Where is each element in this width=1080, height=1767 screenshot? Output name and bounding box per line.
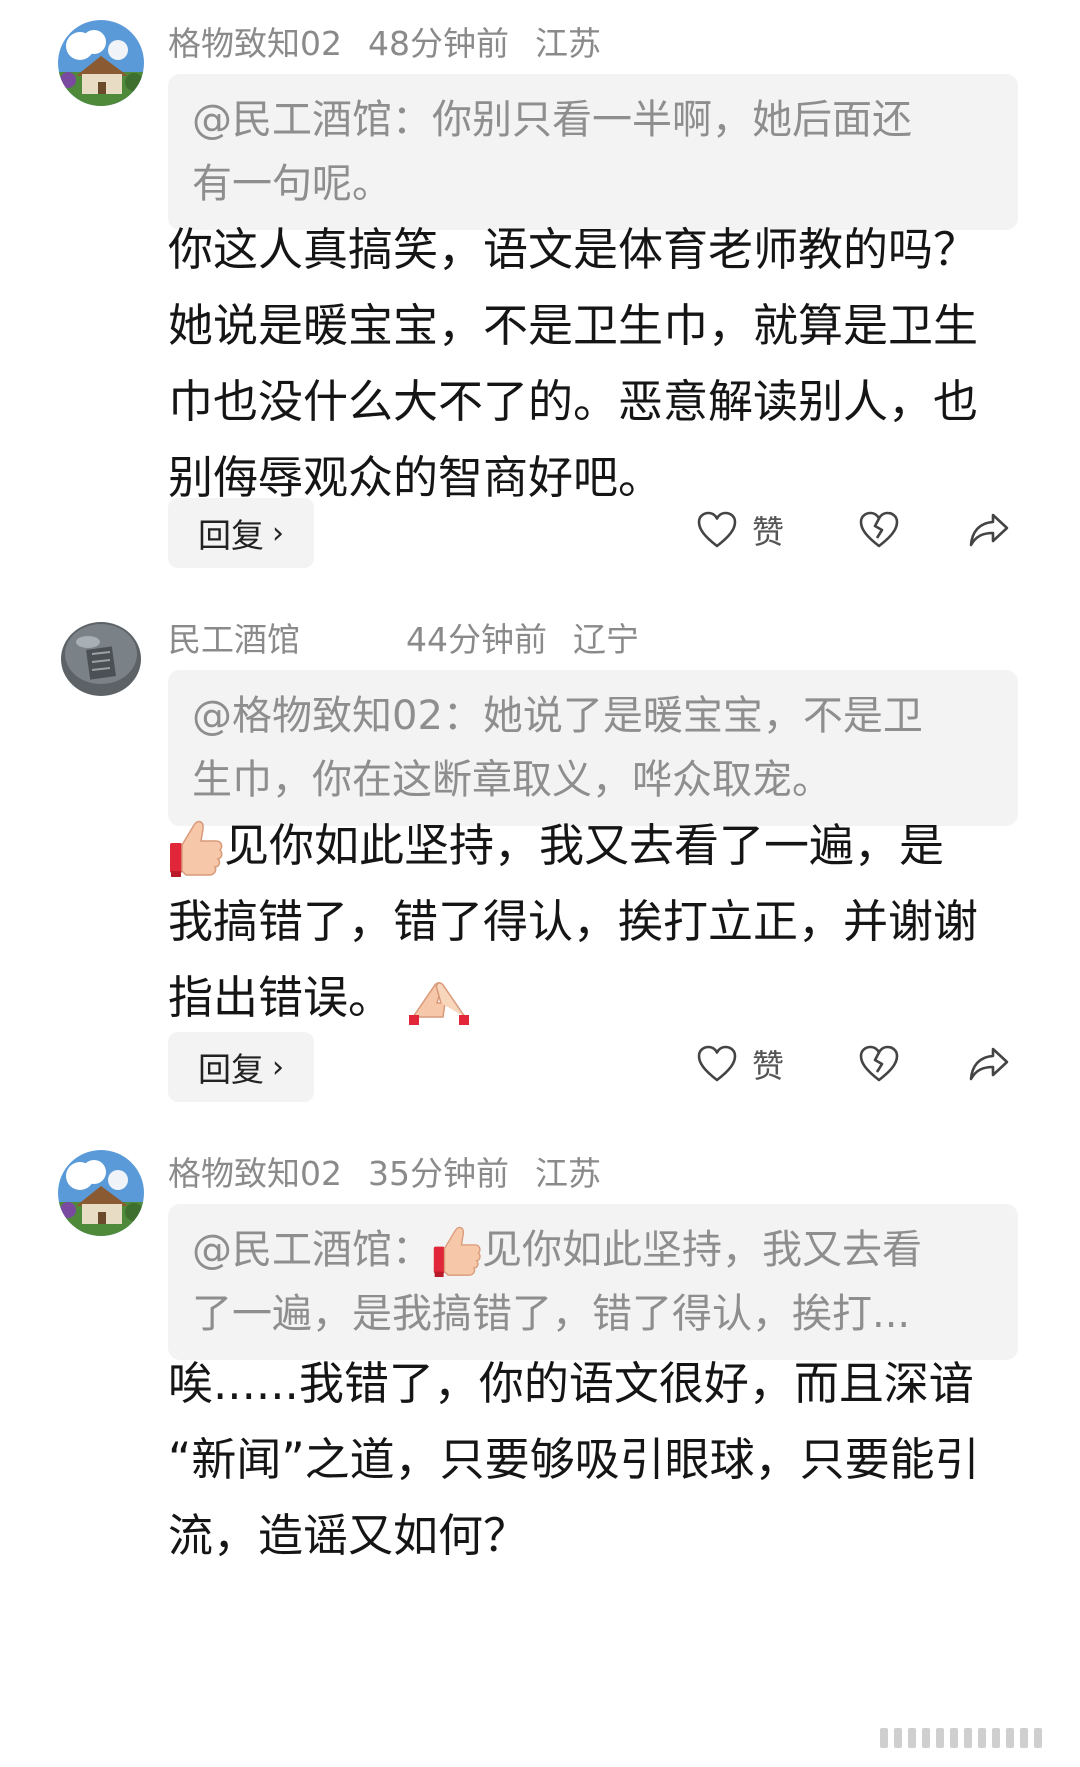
quote-mention: @民工酒馆：	[192, 1227, 432, 1273]
quote-line: 了一遍，是我搞错了，错了得认，挨打...	[192, 1291, 911, 1337]
heart-outline-icon	[697, 1045, 737, 1082]
body-line: 她说是暖宝宝，不是卫生巾，就算是卫生	[168, 299, 979, 352]
location: 江苏	[535, 1154, 601, 1193]
comment-meta: 格物致知02 48分钟前 江苏	[168, 16, 601, 66]
timestamp: 48分钟前	[368, 24, 509, 63]
watermark-bars	[880, 1728, 1050, 1748]
quoted-comment[interactable]: @民工酒馆：你别只看一半啊，她后面还 有一句呢。	[168, 74, 1018, 230]
chevron-right-icon: ›	[272, 515, 284, 551]
avatar-cottage-image	[58, 1150, 144, 1236]
comment-meta: 格物致知02 35分钟前 江苏	[168, 1146, 601, 1196]
avatar[interactable]	[58, 20, 144, 106]
body-line: 流，造谣又如何？	[168, 1509, 529, 1562]
body-line: “新闻”之道，只要够吸引眼球，只要能引	[168, 1433, 980, 1486]
body-line: 你这人真搞笑，语文是体育老师教的吗？	[168, 223, 979, 276]
username[interactable]: 格物致知02	[168, 17, 342, 65]
quote-line: 生巾，你在这断章取义，哗众取宠。	[192, 757, 832, 803]
chevron-right-icon: ›	[272, 1049, 284, 1085]
reply-label: 回复	[198, 1050, 264, 1089]
body-line: 见你如此坚持，我又去看了一遍，是	[168, 808, 1028, 884]
share-arrow-icon	[969, 1047, 1009, 1081]
share-button[interactable]	[968, 500, 1010, 560]
body-line: 唉......我错了，你的语文很好，而且深谙	[168, 1357, 974, 1410]
location: 辽宁	[573, 620, 639, 659]
like-button[interactable]: 赞	[696, 500, 784, 560]
broken-heart-icon	[859, 511, 899, 548]
quote-line: @民工酒馆： 见你如此坚持，我又去看	[192, 1218, 994, 1282]
quote-text: 见你如此坚持，我又去看	[482, 1227, 922, 1273]
body-line: 巾也没什么大不了的。恶意解读别人，也	[168, 375, 979, 428]
quoted-comment[interactable]: @民工酒馆： 见你如此坚持，我又去看 了一遍，是我搞错了，错了得认，挨打...	[168, 1204, 1018, 1360]
comment-meta: 民工酒馆 44分钟前 辽宁	[168, 612, 639, 662]
quote-line: @格物致知02：她说了是暖宝宝，不是卫	[192, 693, 923, 739]
heart-outline-icon	[697, 511, 737, 548]
dislike-button[interactable]	[858, 500, 900, 560]
location: 江苏	[535, 24, 601, 63]
share-button[interactable]	[968, 1034, 1010, 1094]
share-arrow-icon	[969, 513, 1009, 547]
like-label: 赞	[752, 1047, 785, 1085]
comment-body: 见你如此坚持，我又去看了一遍，是 我搞错了，错了得认，挨打立正，并谢谢 指出错误…	[168, 808, 1028, 1036]
thumbs-up-emoji	[433, 1226, 481, 1277]
comment-body: 你这人真搞笑，语文是体育老师教的吗？ 她说是暖宝宝，不是卫生巾，就算是卫生 巾也…	[168, 212, 1028, 516]
thumbs-up-emoji	[170, 820, 223, 877]
body-line-text: 指出错误。	[168, 971, 394, 1024]
avatar-stone-image	[58, 614, 144, 700]
body-line: 指出错误。	[168, 960, 1028, 1036]
body-line: 我搞错了，错了得认，挨打立正，并谢谢	[168, 895, 979, 948]
username[interactable]: 民工酒馆	[168, 613, 300, 661]
quote-line: 有一句呢。	[192, 161, 392, 207]
timestamp: 44分钟前	[406, 620, 547, 659]
avatar-cottage-image	[58, 20, 144, 106]
like-label: 赞	[752, 513, 785, 551]
body-line-text: 见你如此坚持，我又去看了一遍，是	[224, 819, 945, 872]
reply-button[interactable]: 回复 ›	[168, 1032, 314, 1102]
reply-button[interactable]: 回复 ›	[168, 498, 314, 568]
broken-heart-icon	[859, 1045, 899, 1082]
avatar[interactable]	[58, 1150, 144, 1236]
username[interactable]: 格物致知02	[168, 1147, 342, 1195]
praying-hands-emoji	[409, 982, 470, 1025]
comment-body: 唉......我错了，你的语文很好，而且深谙 “新闻”之道，只要够吸引眼球，只要…	[168, 1346, 1028, 1574]
dislike-button[interactable]	[858, 1034, 900, 1094]
avatar[interactable]	[58, 614, 144, 700]
quote-line: @民工酒馆：你别只看一半啊，她后面还	[192, 97, 912, 143]
quoted-comment[interactable]: @格物致知02：她说了是暖宝宝，不是卫 生巾，你在这断章取义，哗众取宠。	[168, 670, 1018, 826]
like-button[interactable]: 赞	[696, 1034, 784, 1094]
reply-label: 回复	[198, 516, 264, 555]
timestamp: 35分钟前	[368, 1154, 509, 1193]
